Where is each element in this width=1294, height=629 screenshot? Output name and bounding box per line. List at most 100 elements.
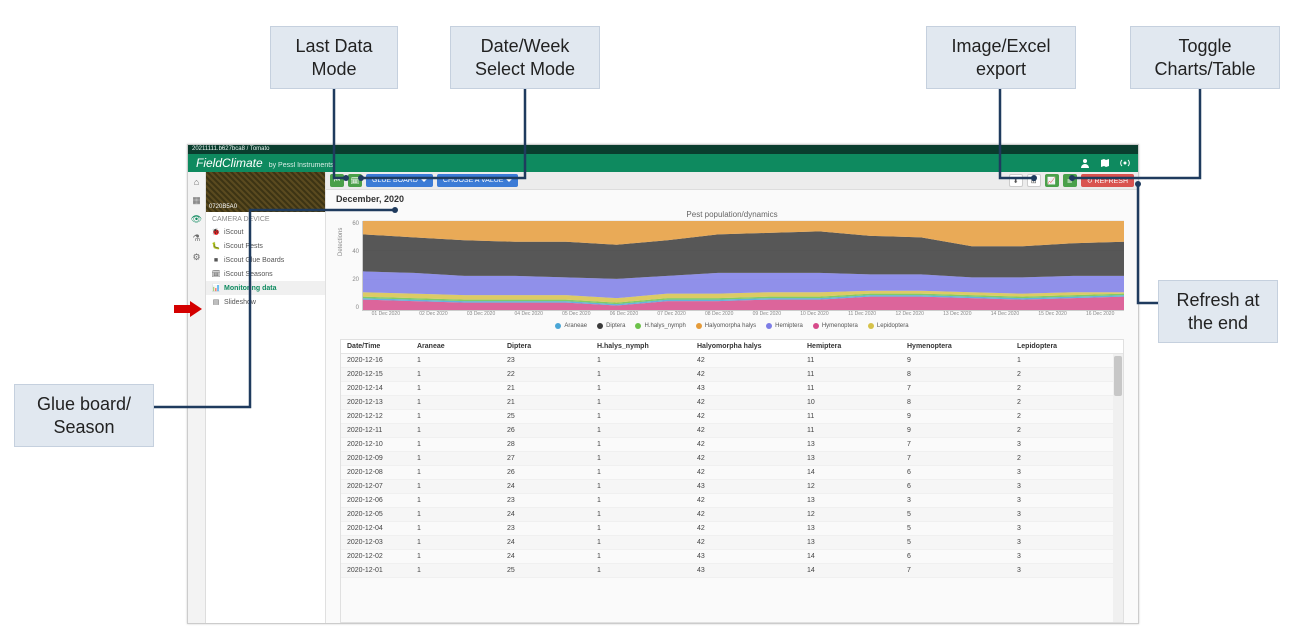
sidebar-item-iscout-pests[interactable]: 🐛iScout Pests xyxy=(206,239,325,253)
sidebar-item-iscout[interactable]: 🐞iScout xyxy=(206,225,325,239)
cell: 3 xyxy=(1011,564,1123,577)
table-row[interactable]: 2020-12-141211431172 xyxy=(341,382,1123,396)
cell: 2020-12-11 xyxy=(341,424,411,437)
table-row[interactable]: 2020-12-131211421082 xyxy=(341,396,1123,410)
table-row[interactable]: 2020-12-021241431463 xyxy=(341,550,1123,564)
ytick: 40 xyxy=(352,249,359,255)
sidebar-item-iscout-seasons[interactable]: 🗓iScout Seasons xyxy=(206,267,325,281)
refresh-button[interactable]: ↻ REFRESH xyxy=(1081,174,1134,187)
table-row[interactable]: 2020-12-061231421333 xyxy=(341,494,1123,508)
cell: 24 xyxy=(501,480,591,493)
cell: 5 xyxy=(901,522,1011,535)
legend-item[interactable]: Lepidoptera xyxy=(868,323,909,329)
cell: 1 xyxy=(411,536,501,549)
cell: 12 xyxy=(801,508,901,521)
sidebar-item-slideshow[interactable]: ▤Slideshow xyxy=(206,295,325,309)
table-row[interactable]: 2020-12-121251421192 xyxy=(341,410,1123,424)
legend-swatch xyxy=(555,323,561,329)
cell: 23 xyxy=(501,354,591,367)
glue-board-dropdown[interactable]: GLUE BOARD xyxy=(366,174,433,187)
cell: 43 xyxy=(691,564,801,577)
map-icon[interactable] xyxy=(1100,158,1110,168)
export-image-button[interactable]: ⬇ xyxy=(1009,174,1023,187)
cell: 1 xyxy=(1011,354,1123,367)
toggle-table-button[interactable]: ≣ xyxy=(1063,174,1077,187)
col-header[interactable]: Lepidoptera xyxy=(1011,340,1123,353)
date-week-mode-button[interactable]: 🗓 xyxy=(348,174,362,187)
cell: 1 xyxy=(411,354,501,367)
cell: 3 xyxy=(1011,466,1123,479)
cell: 2020-12-13 xyxy=(341,396,411,409)
cell: 1 xyxy=(591,396,691,409)
table-row[interactable]: 2020-12-041231421353 xyxy=(341,522,1123,536)
settings-icon[interactable]: ⚙ xyxy=(191,252,202,263)
table-row[interactable]: 2020-12-101281421373 xyxy=(341,438,1123,452)
table-row[interactable]: 2020-12-151221421182 xyxy=(341,368,1123,382)
legend-item[interactable]: H.halys_nymph xyxy=(635,323,685,329)
science-icon[interactable]: ⚗ xyxy=(191,233,202,244)
cell: 14 xyxy=(801,564,901,577)
cell: 10 xyxy=(801,396,901,409)
dashboard-icon[interactable]: ▦ xyxy=(191,195,202,206)
cell: 1 xyxy=(411,494,501,507)
scrollbar-thumb[interactable] xyxy=(1114,356,1122,396)
table-row[interactable]: 2020-12-091271421372 xyxy=(341,452,1123,466)
xtick: 12 Dec 2020 xyxy=(886,311,934,317)
broadcast-icon[interactable] xyxy=(1120,158,1130,168)
sidebar-item-monitoring-data[interactable]: 📊Monitoring data xyxy=(206,281,325,295)
cell: 7 xyxy=(901,382,1011,395)
legend-item[interactable]: Diptera xyxy=(597,323,625,329)
col-header[interactable]: Diptera xyxy=(501,340,591,353)
table-row[interactable]: 2020-12-031241421353 xyxy=(341,536,1123,550)
table-row[interactable]: 2020-12-051241421253 xyxy=(341,508,1123,522)
chart-plot[interactable] xyxy=(362,221,1124,311)
cell: 2020-12-01 xyxy=(341,564,411,577)
col-header[interactable]: Hemiptera xyxy=(801,340,901,353)
user-icon[interactable] xyxy=(1080,158,1090,168)
col-header[interactable]: Halyomorpha halys xyxy=(691,340,801,353)
cell: 27 xyxy=(501,452,591,465)
table-row[interactable]: 2020-12-111261421192 xyxy=(341,424,1123,438)
table-row[interactable]: 2020-12-071241431263 xyxy=(341,480,1123,494)
legend-swatch xyxy=(696,323,702,329)
cell: 8 xyxy=(901,396,1011,409)
sidebar-item-icon: 🗓 xyxy=(212,270,220,278)
chart-legend: Araneae Diptera H.halys_nymph Halyomorpha h… xyxy=(340,323,1124,329)
cell: 2 xyxy=(1011,424,1123,437)
table-row[interactable]: 2020-12-011251431473 xyxy=(341,564,1123,578)
cell: 42 xyxy=(691,466,801,479)
device-hero: 0720B5A0 xyxy=(206,172,325,212)
ytick: 20 xyxy=(352,277,359,283)
toggle-chart-button[interactable]: 📈 xyxy=(1045,174,1059,187)
xtick: 01 Dec 2020 xyxy=(362,311,410,317)
legend-item[interactable]: Hemiptera xyxy=(766,323,803,329)
sidebar-item-label: Slideshow xyxy=(224,299,256,306)
col-header[interactable]: Hymenoptera xyxy=(901,340,1011,353)
table-scrollbar[interactable] xyxy=(1113,354,1123,622)
cell: 1 xyxy=(411,382,501,395)
col-header[interactable]: Araneae xyxy=(411,340,501,353)
last-data-mode-button[interactable]: ⏮ xyxy=(330,174,344,187)
home-icon[interactable]: ⌂ xyxy=(191,176,202,187)
export-excel-button[interactable]: ⊞ xyxy=(1027,174,1041,187)
table-row[interactable]: 2020-12-161231421191 xyxy=(341,354,1123,368)
sidebar-item-iscout-glue-boards[interactable]: ■iScout Glue Boards xyxy=(206,253,325,267)
legend-item[interactable]: Araneae xyxy=(555,323,587,329)
table-row[interactable]: 2020-12-081261421463 xyxy=(341,466,1123,480)
eye-icon[interactable]: 👁 xyxy=(191,214,202,225)
cell: 1 xyxy=(411,396,501,409)
xtick: 11 Dec 2020 xyxy=(838,311,886,317)
cell: 7 xyxy=(901,452,1011,465)
legend-item[interactable]: Halyomorpha halys xyxy=(696,323,756,329)
cell: 3 xyxy=(1011,480,1123,493)
legend-item[interactable]: Hymenoptera xyxy=(813,323,858,329)
cell: 42 xyxy=(691,522,801,535)
col-header[interactable]: Date/Time xyxy=(341,340,411,353)
cell: 1 xyxy=(411,368,501,381)
col-header[interactable]: H.halys_nymph xyxy=(591,340,691,353)
legend-label: Lepidoptera xyxy=(877,323,909,329)
cell: 1 xyxy=(591,410,691,423)
device-id: 0720B5A0 xyxy=(209,204,237,210)
cell: 11 xyxy=(801,410,901,423)
choose-value-dropdown[interactable]: CHOOSE A VALUE xyxy=(437,174,519,187)
